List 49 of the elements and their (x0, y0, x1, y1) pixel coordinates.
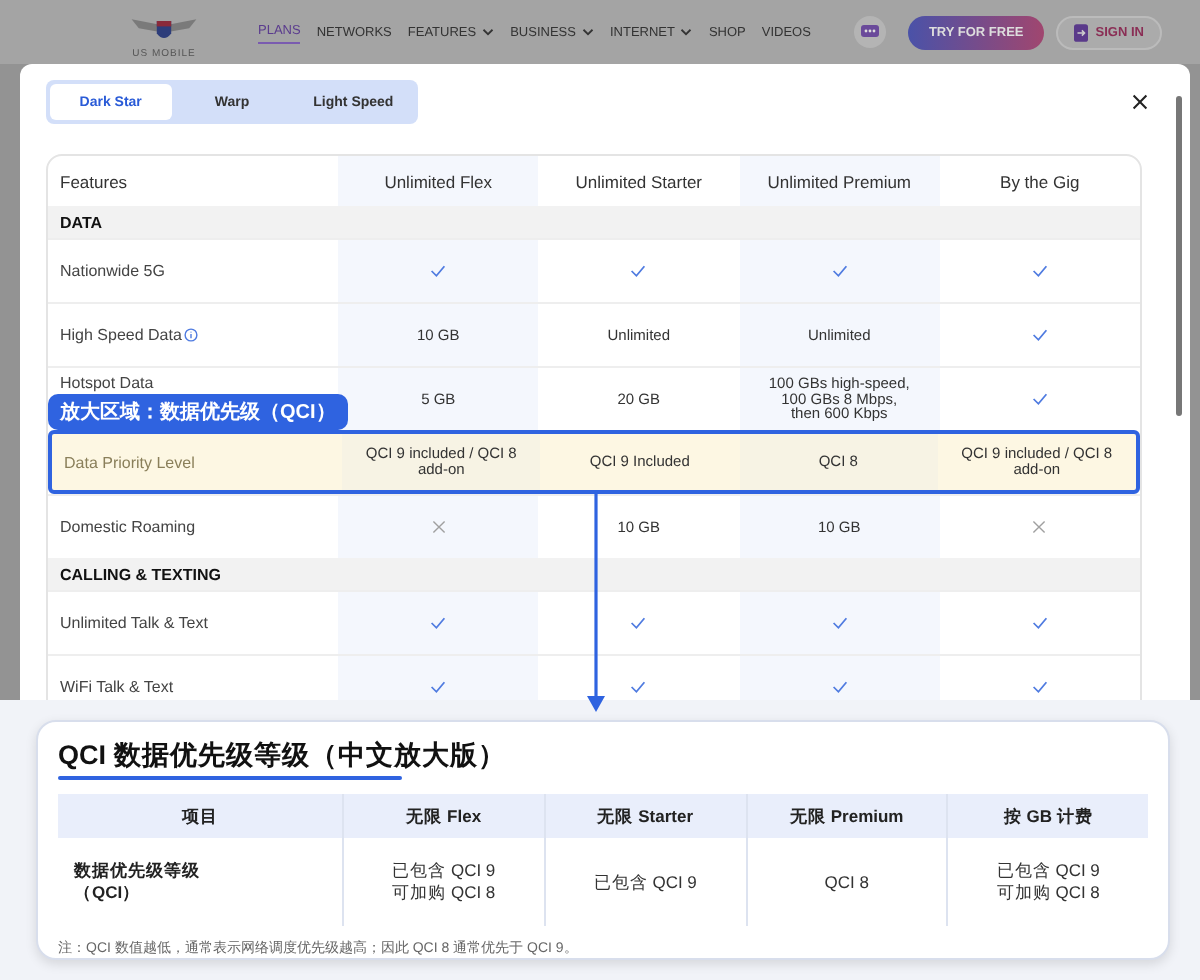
caret-icon (680, 28, 693, 36)
column-header: 按 GB 计费 (946, 794, 1148, 838)
check-icon (1031, 616, 1048, 630)
check-icon (1031, 328, 1048, 342)
cross-icon (431, 520, 446, 534)
column-header: Features (58, 169, 130, 195)
feature-label: WiFi Talk & Text (60, 678, 174, 696)
feature-label: Unlimited Talk & Text (60, 614, 208, 632)
info-icon[interactable] (183, 328, 198, 342)
check-icon (630, 680, 647, 694)
table-cell: 已包含 QCI 9 可加购 QCI 8 (946, 838, 1148, 926)
check-icon (831, 264, 848, 278)
check-icon (630, 616, 647, 630)
check-icon (831, 680, 848, 694)
check-icon (430, 264, 447, 278)
table-cell: 已包含 QCI 9 (543, 838, 745, 926)
cross-icon (1032, 520, 1047, 534)
caret-icon (482, 28, 495, 36)
column-header: Unlimited Premium (739, 156, 940, 206)
close-icon (1132, 94, 1148, 110)
feature-label: Data Priority Level (64, 453, 195, 471)
section-header: CALLING & TEXTING (48, 558, 1140, 590)
check-icon (1031, 392, 1048, 406)
check-icon (831, 616, 848, 630)
callout-label: 放大区域：数据优先级（QCI） (48, 394, 348, 430)
check-icon (1031, 264, 1048, 278)
panel-title: QCI 数据优先级等级（中文放大版） (58, 738, 508, 774)
table-cell-text: 数据优先级等级 （QCI） (72, 858, 202, 906)
column-header: Unlimited Starter (573, 169, 705, 195)
column-header: 项目 (179, 803, 220, 830)
column-header: By the Gig (998, 169, 1082, 196)
table-cell: 已包含 QCI 9 可加购 QCI 8 (342, 838, 544, 926)
check-icon (430, 680, 447, 694)
caret-icon (581, 28, 594, 36)
feature-label: Hotspot Data (60, 374, 154, 392)
check-icon (430, 616, 447, 630)
section-header: DATA (48, 206, 1140, 238)
sign-in-icon (1073, 23, 1088, 41)
table-cell: QCI 8 (745, 838, 947, 926)
check-icon (630, 264, 647, 278)
feature-label: High Speed Data (60, 326, 182, 344)
chat-bubble-icon[interactable] (854, 16, 887, 48)
feature-label: Nationwide 5G (60, 262, 165, 280)
column-header: Unlimited Flex (338, 156, 539, 206)
column-header: 无限 Flex (342, 794, 544, 838)
column-header: 无限 Starter (543, 794, 745, 838)
column-header: 无限 Premium (745, 794, 947, 838)
check-icon (1031, 680, 1048, 694)
feature-label: Domestic Roaming (60, 518, 196, 536)
